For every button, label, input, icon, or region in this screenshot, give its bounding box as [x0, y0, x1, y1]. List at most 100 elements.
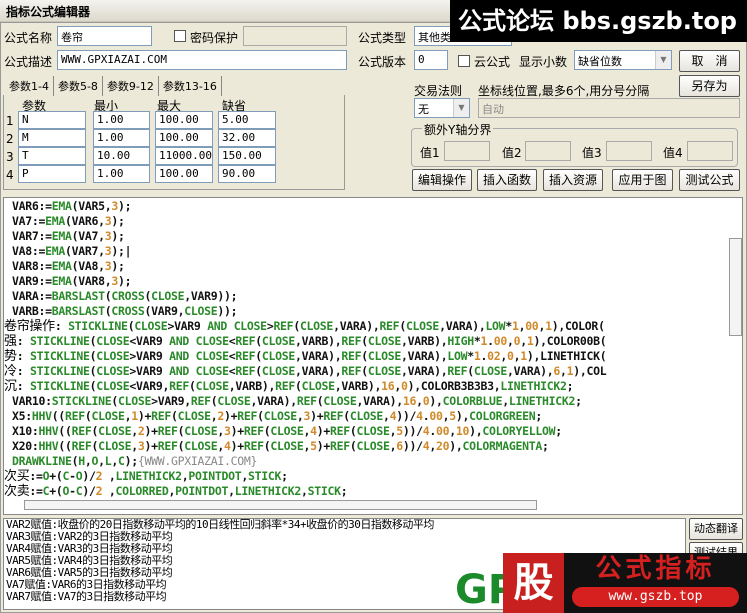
code-token: , [455, 439, 463, 453]
code-token: ) [224, 304, 231, 318]
save-as-button[interactable]: 另存为 [679, 75, 740, 97]
code-token: CROSS [111, 304, 145, 318]
param-min-input[interactable]: 1.00 [93, 129, 150, 147]
test-formula-button[interactable]: 测试公式 [679, 169, 740, 191]
code-token: CLOSE [217, 394, 251, 408]
code-token: , [383, 409, 390, 423]
tab-params-1-4[interactable]: 参数1-4 [5, 76, 54, 96]
name-label: 公式名称 [4, 31, 53, 45]
tab-params-9-12[interactable]: 参数9-12 [103, 76, 159, 96]
vertical-scrollbar[interactable] [729, 238, 742, 336]
code-token: , [111, 454, 118, 468]
code-token: EMA [51, 229, 72, 243]
code-token: ) [111, 244, 118, 258]
code-token: , [416, 394, 423, 408]
code-token: ) [310, 409, 317, 423]
chevron-down-icon[interactable]: ▼ [453, 99, 469, 117]
code-token: REF [235, 334, 256, 348]
code-token: REF [379, 319, 400, 333]
code-token: ) [224, 409, 231, 423]
code-token: 0 [506, 349, 514, 363]
horizontal-scrollbar[interactable] [24, 500, 537, 510]
code-token: REF [157, 439, 178, 453]
code-token: AND [207, 319, 228, 333]
code-token: STICKLINE [51, 394, 112, 408]
code-token: 00 [436, 424, 450, 438]
code-token: VARA [445, 319, 473, 333]
desc-input[interactable]: WWW.GPXIAZAI.COM [57, 50, 347, 70]
code-token: , [436, 394, 443, 408]
param-name-input[interactable]: M [18, 129, 86, 147]
tab-params-5-8[interactable]: 参数5-8 [54, 76, 103, 96]
code-token: ( [255, 364, 262, 378]
param-default-input[interactable]: 90.00 [218, 165, 276, 183]
edit-ops-button[interactable]: 编辑操作 [412, 169, 472, 191]
value3-input[interactable] [606, 141, 652, 161]
code-token: CLOSE [270, 424, 304, 438]
code-token: CLOSE [261, 334, 295, 348]
value1-input[interactable] [444, 141, 490, 161]
trade-rule-select[interactable]: 无 ▼ [414, 98, 470, 118]
code-line-label: 次卖 [4, 484, 30, 499]
code-token: ( [343, 409, 350, 423]
code-token: CLOSE [184, 424, 218, 438]
param-min-input[interactable]: 1.00 [93, 165, 150, 183]
param-min-input[interactable]: 1.00 [93, 111, 150, 129]
code-token: ( [65, 214, 72, 228]
param-default-input[interactable]: 5.00 [218, 111, 276, 129]
cancel-button[interactable]: 取 消 [679, 50, 740, 72]
param-min-input[interactable]: 10.00 [93, 147, 150, 165]
code-token: , [506, 364, 514, 378]
password-checkbox[interactable] [174, 30, 186, 42]
cloud-checkbox[interactable] [458, 55, 470, 67]
param-max-input[interactable]: 11000.00 [155, 147, 213, 165]
axis-input[interactable]: 自动 [478, 98, 740, 118]
decimals-label: 显示小数 [519, 55, 568, 69]
code-token: POINTDOT [175, 484, 229, 498]
dynamic-translate-button[interactable]: 动态翻译 [689, 518, 743, 540]
code-token: , [108, 469, 116, 483]
param-name-input[interactable]: P [18, 165, 86, 183]
param-name-input[interactable]: T [18, 147, 86, 165]
param-name-input[interactable]: N [18, 111, 86, 129]
code-line: VAR8:=EMA(VA8,3);VAR8:=EMA(VA8,3); [12, 259, 125, 274]
code-token: VAR9 [12, 274, 39, 288]
code-token: ; [118, 214, 125, 228]
code-token: ) [402, 424, 410, 438]
password-input[interactable] [243, 26, 347, 46]
param-max-input[interactable]: 100.00 [155, 165, 213, 183]
name-input[interactable]: 卷帘 [57, 26, 152, 46]
code-token: , [429, 439, 436, 453]
code-editor[interactable]: VAR6:=EMA(VAR5,3);VAR6:=EMA(VAR5,3);VA7:… [3, 197, 743, 515]
code-token: VARB [341, 379, 368, 393]
value4-input[interactable] [687, 141, 733, 161]
insert-resource-button[interactable]: 插入资源 [543, 169, 603, 191]
decimals-select[interactable]: 缺省位数 ▼ [574, 50, 672, 70]
desc-label: 公式描述 [4, 55, 53, 69]
param-default-input[interactable]: 150.00 [218, 147, 276, 165]
code-token: ; [230, 304, 238, 318]
code-token: VAR9 [135, 349, 163, 363]
code-token: + [323, 424, 330, 438]
code-token: VARB [407, 334, 435, 348]
chevron-down-icon[interactable]: ▼ [655, 51, 671, 69]
tab-params-13-16[interactable]: 参数13-16 [159, 76, 222, 96]
value2-input[interactable] [525, 141, 571, 161]
insert-function-button[interactable]: 插入函数 [477, 169, 537, 191]
code-token: 3 [224, 424, 231, 438]
param-max-input[interactable]: 100.00 [155, 129, 213, 147]
code-token: > [151, 394, 158, 408]
code-token: CLOSE [263, 409, 297, 423]
param-default-input[interactable]: 32.00 [218, 129, 276, 147]
apply-to-chart-button[interactable]: 应用于图 [612, 169, 673, 191]
code-token: REF [330, 424, 350, 438]
code-token: COLORGREEN [469, 409, 536, 423]
code-token: 1 [520, 349, 527, 363]
code-token: COLORRED [115, 484, 169, 498]
param-max-input[interactable]: 100.00 [155, 111, 213, 129]
code-token: {WWW.GPXIAZAI.COM} [137, 454, 258, 468]
code-token: STICKLINE [29, 349, 90, 363]
code-token: ( [55, 469, 63, 483]
version-input[interactable]: 0 [414, 50, 448, 70]
